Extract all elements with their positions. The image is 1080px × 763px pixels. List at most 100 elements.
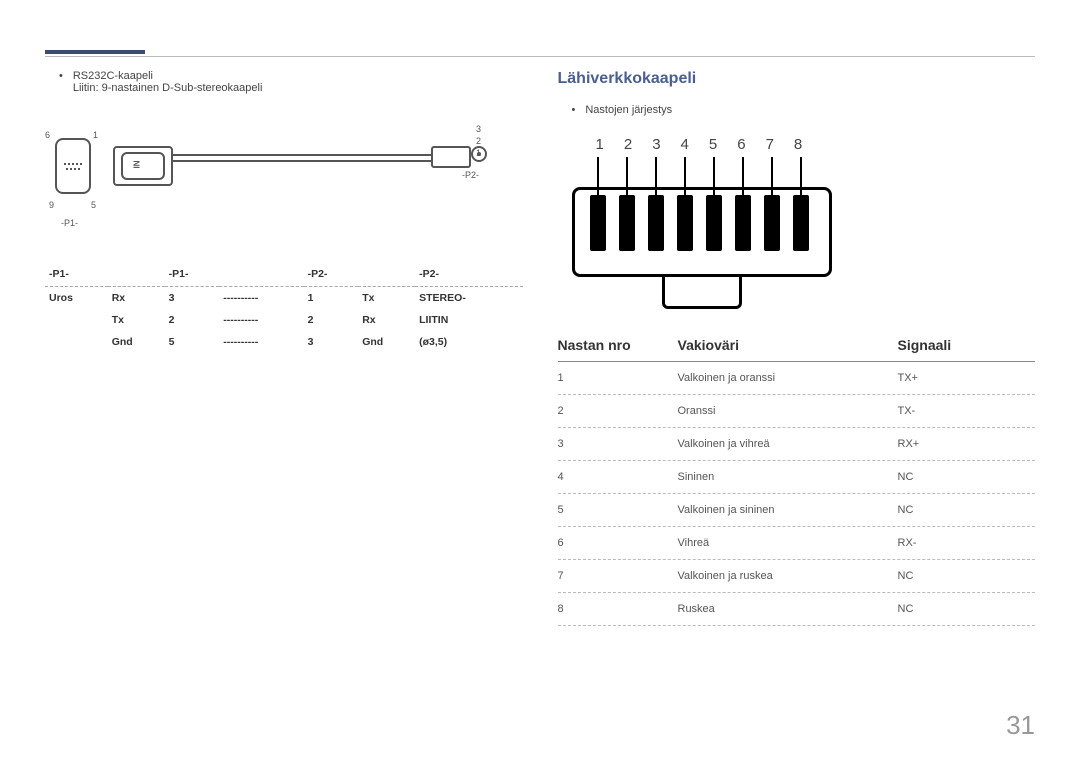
rj45-pin-icon [793, 157, 809, 251]
rs232c-title: RS232C-kaapeli [73, 70, 263, 82]
pin-cell [45, 309, 108, 331]
jack-tip-icon [471, 146, 487, 162]
lan-cell-color: Sininen [678, 471, 898, 483]
lan-cell-signal: RX- [898, 537, 1036, 549]
lan-table-row: 7Valkoinen ja ruskeaNC [558, 560, 1036, 593]
page-number: 31 [1006, 710, 1035, 741]
lan-th-color: Vakioväri [678, 337, 898, 353]
lan-table-row: 8RuskeaNC [558, 593, 1036, 626]
bullet-dot-icon: • [572, 104, 576, 116]
lan-cell-signal: NC [898, 603, 1036, 615]
rj45-pin-icon [619, 157, 635, 251]
lan-cell-pin: 6 [558, 537, 678, 549]
rj45-clip-icon [662, 275, 742, 309]
lan-cell-color: Vihreä [678, 537, 898, 549]
rj45-pin-number: 2 [624, 136, 632, 153]
rj45-pin-number: 8 [794, 136, 802, 153]
pin-cell: ---------- [219, 309, 303, 331]
rs232c-sub: Liitin: 9-nastainen D-Sub-stereokaapeli [73, 82, 263, 94]
th-p2b: -P2- [415, 262, 522, 287]
th-p2a: -P2- [304, 262, 359, 287]
pin-mapping-table: -P1- -P1- -P2- -P2- UrosRx3----------1Tx… [45, 262, 523, 353]
rj45-pin-number: 4 [681, 136, 689, 153]
pin-label-3: 3 [476, 124, 481, 134]
lan-cell-pin: 1 [558, 372, 678, 384]
bullet-rs232c: • RS232C-kaapeli Liitin: 9-nastainen D-S… [45, 70, 523, 94]
lan-cell-color: Valkoinen ja vihreä [678, 438, 898, 450]
cable-diagram: 6 1 9 5 -P1- 3 2 1 -P2- IN [45, 118, 485, 238]
dsub-in-label: IN [133, 161, 142, 169]
connector-label-p1: -P1- [61, 218, 78, 228]
lan-cell-pin: 4 [558, 471, 678, 483]
rj45-pin-number: 5 [709, 136, 717, 153]
pin-cell: 3 [304, 331, 359, 353]
lan-th-pin: Nastan nro [558, 337, 678, 353]
lan-cell-pin: 3 [558, 438, 678, 450]
pin-cell: Uros [45, 287, 108, 310]
rj45-pin-icon [706, 157, 722, 251]
th-p1b: -P1- [165, 262, 220, 287]
lan-cell-color: Valkoinen ja sininen [678, 504, 898, 516]
rj45-pin-icon [590, 157, 606, 251]
lan-cell-pin: 2 [558, 405, 678, 417]
lan-table-row: 3Valkoinen ja vihreäRX+ [558, 428, 1036, 461]
lan-cell-color: Valkoinen ja oranssi [678, 372, 898, 384]
cable-line-icon [173, 154, 433, 162]
pin-row: Gnd5----------3Gnd(ø3,5) [45, 331, 523, 353]
lan-cell-signal: TX+ [898, 372, 1036, 384]
pin-cell: 2 [165, 309, 220, 331]
lan-table-row: 1Valkoinen ja oranssiTX+ [558, 362, 1036, 395]
rj45-diagram: 12345678 [558, 136, 858, 307]
rj45-pin-number: 3 [652, 136, 660, 153]
pin-cell: 2 [304, 309, 359, 331]
pin-cell: 1 [304, 287, 359, 310]
pin-cell: Gnd [108, 331, 165, 353]
pin-label-1: 1 [93, 130, 98, 140]
pin-cell: Rx [358, 309, 415, 331]
pin-cell: Gnd [358, 331, 415, 353]
lan-cable-title: Lähiverkkokaapeli [558, 70, 1036, 88]
pin-cell: ---------- [219, 287, 303, 310]
pin-cell: ---------- [219, 331, 303, 353]
lan-cell-color: Valkoinen ja ruskea [678, 570, 898, 582]
lan-table-row: 4SininenNC [558, 461, 1036, 494]
pin-cell: 3 [165, 287, 220, 310]
pin-label-6: 6 [45, 130, 50, 140]
dsub-plug-icon: IN [113, 136, 185, 196]
rj45-pin-number: 7 [766, 136, 774, 153]
left-column: • RS232C-kaapeli Liitin: 9-nastainen D-S… [45, 70, 523, 626]
th-p1a: -P1- [45, 262, 108, 287]
lan-cell-color: Oranssi [678, 405, 898, 417]
pin-cell: Rx [108, 287, 165, 310]
stereo-jack-icon [431, 146, 471, 173]
pin-cell: Tx [108, 309, 165, 331]
lan-cell-signal: NC [898, 570, 1036, 582]
dsub-front-icon [55, 138, 91, 194]
pin-row: UrosRx3----------1TxSTEREO- [45, 287, 523, 310]
rj45-pin-icon [764, 157, 780, 251]
pin-row: Tx2----------2RxLIITIN [45, 309, 523, 331]
lan-table-row: 6VihreäRX- [558, 527, 1036, 560]
lan-table-row: 5Valkoinen ja sininenNC [558, 494, 1036, 527]
lan-table-header: Nastan nro Vakioväri Signaali [558, 337, 1036, 362]
bullet-pin-order: • Nastojen järjestys [558, 104, 1036, 116]
pin-label-2: 2 [476, 136, 481, 146]
rj45-pin-icon [648, 157, 664, 251]
pin-order-text: Nastojen järjestys [585, 104, 672, 116]
rj45-pin-icon [735, 157, 751, 251]
bullet-dot-icon: • [59, 70, 63, 94]
lan-cell-signal: NC [898, 504, 1036, 516]
lan-cell-pin: 7 [558, 570, 678, 582]
pin-cell: (ø3,5) [415, 331, 522, 353]
lan-cell-pin: 8 [558, 603, 678, 615]
lan-cell-signal: RX+ [898, 438, 1036, 450]
pin-cell [45, 331, 108, 353]
lan-cell-signal: TX- [898, 405, 1036, 417]
right-column: Lähiverkkokaapeli • Nastojen järjestys 1… [558, 70, 1036, 626]
pin-cell: LIITIN [415, 309, 522, 331]
header-accent-bar [45, 50, 145, 54]
lan-cell-signal: NC [898, 471, 1036, 483]
lan-table-row: 2OranssiTX- [558, 395, 1036, 428]
rj45-pin-number: 1 [596, 136, 604, 153]
lan-th-signal: Signaali [898, 337, 1036, 353]
